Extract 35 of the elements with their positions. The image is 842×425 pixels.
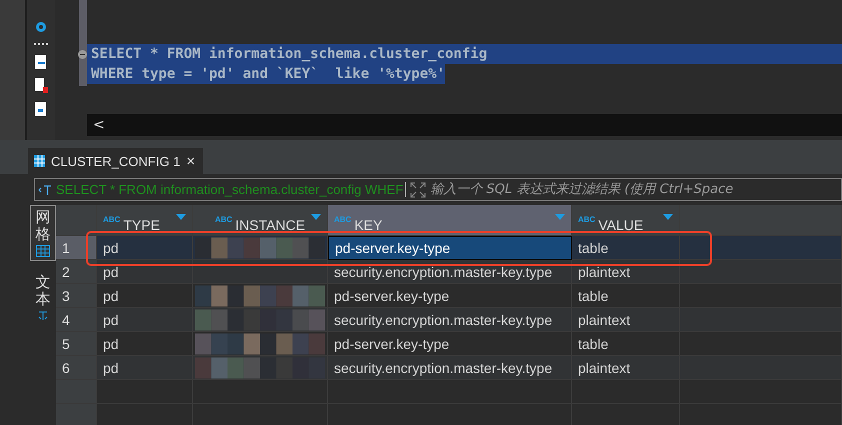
fold-icon[interactable] (78, 50, 87, 59)
file-icon[interactable] (35, 55, 47, 69)
more-icon[interactable] (34, 43, 48, 46)
side-tab[interactable]: 文本 (30, 271, 56, 325)
gear-icon[interactable] (34, 20, 48, 34)
filter-query: SELECT * FROM information_schema.cluster_config WHEF (56, 182, 406, 197)
header-corner (56, 205, 97, 236)
scroll-left-button[interactable]: < (93, 117, 105, 133)
close-button[interactable]: × (186, 152, 196, 170)
dropdown-icon[interactable] (176, 214, 186, 220)
tab-label: CLUSTER_CONFIG 1 (51, 154, 180, 168)
side-tab[interactable]: 网格 (30, 205, 56, 261)
row-number[interactable]: 1 (56, 236, 97, 260)
grid-icon (34, 155, 45, 167)
column-header[interactable]: ABC KEY (328, 205, 572, 236)
row-number[interactable]: 5 (56, 332, 97, 356)
file-variable-icon[interactable] (35, 102, 47, 116)
dropdown-icon[interactable] (311, 214, 321, 220)
row-number[interactable]: 2 (56, 260, 97, 284)
row-number[interactable]: 3 (56, 284, 97, 308)
dropdown-icon[interactable] (663, 214, 673, 220)
table-cell: pd-server.key-type (328, 236, 572, 260)
file-warning-icon[interactable] (34, 78, 48, 93)
result-tab[interactable]: CLUSTER_CONFIG 1 × (28, 148, 204, 174)
column-header[interactable]: ABC VALUE (572, 205, 680, 236)
side-scrollbar[interactable] (0, 0, 27, 140)
column-header[interactable]: ABC INSTANCE (193, 205, 328, 236)
grid-icon (36, 245, 50, 257)
text-cursor-icon (38, 184, 52, 196)
row-number[interactable]: 4 (56, 308, 97, 332)
row-number[interactable]: 6 (56, 356, 97, 380)
column-header[interactable]: ABC TYPE (97, 205, 193, 236)
text-icon (38, 310, 48, 322)
expand-icon[interactable] (410, 182, 426, 198)
filter-input[interactable]: 输入一个 SQL 表达式来过滤结果 (使用 Ctrl+Space (430, 182, 841, 197)
